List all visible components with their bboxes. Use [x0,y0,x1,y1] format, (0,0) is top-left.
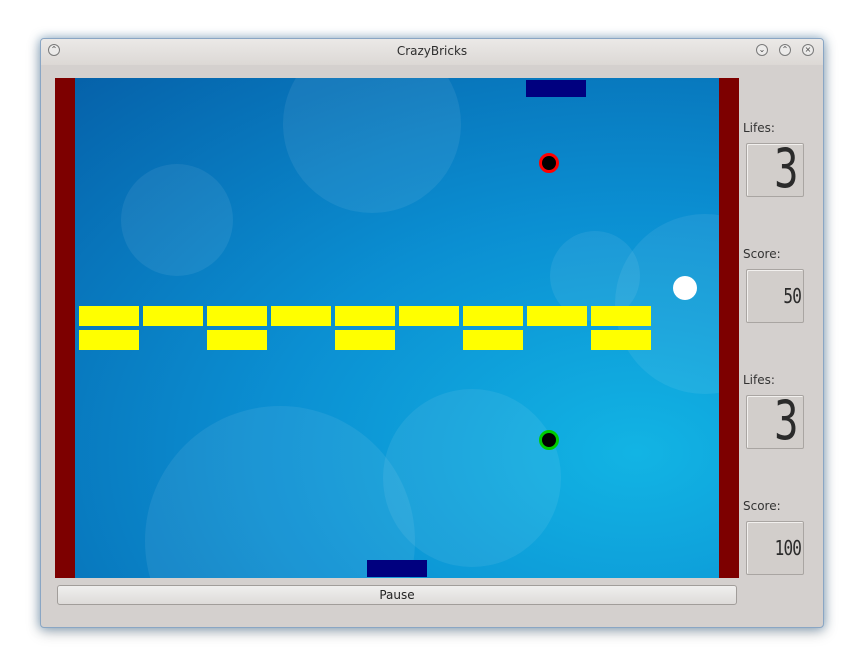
score-label-2: Score: [743,499,781,513]
left-wall [55,78,75,578]
game-field[interactable] [55,78,739,578]
background-bubble [283,78,461,213]
score-display-1: 50 [746,269,804,323]
right-wall [719,78,739,578]
brick [591,330,651,350]
app-window: ⌃ CrazyBricks ⌄ ⌃ × Lifes: 3 Score: 50 L… [40,38,824,628]
score-value-1: 50 [783,284,801,308]
pause-button[interactable]: Pause [57,585,737,605]
brick [271,306,331,326]
background-bubble [121,164,233,276]
brick [591,306,651,326]
score-display-2: 100 [746,521,804,575]
close-icon[interactable]: × [802,44,814,56]
lifes-display-1: 3 [746,139,804,199]
lifes-label-2: Lifes: [743,373,775,387]
brick [335,330,395,350]
top-player-ball [539,153,559,173]
maximize-icon[interactable]: ⌃ [779,44,791,56]
title-bar: ⌃ CrazyBricks ⌄ ⌃ × [41,39,823,65]
brick [463,306,523,326]
brick [207,306,267,326]
score-value-2: 100 [774,536,802,560]
brick [207,330,267,350]
lifes-value-1: 3 [774,137,799,200]
brick [527,306,587,326]
free-ball [673,276,697,300]
lifes-label-1: Lifes: [743,121,775,135]
score-label-1: Score: [743,247,781,261]
bottom-player-ball [539,430,559,450]
brick [143,306,203,326]
brick [463,330,523,350]
window-title: CrazyBricks [396,44,468,58]
brick [79,330,139,350]
brick [79,306,139,326]
background-bubble [145,406,415,578]
minimize-icon[interactable]: ⌄ [756,44,768,56]
top-paddle [526,80,586,97]
lifes-value-2: 3 [774,389,799,452]
brick [335,306,395,326]
bottom-paddle [367,560,427,577]
brick [399,306,459,326]
lifes-display-2: 3 [746,391,804,451]
